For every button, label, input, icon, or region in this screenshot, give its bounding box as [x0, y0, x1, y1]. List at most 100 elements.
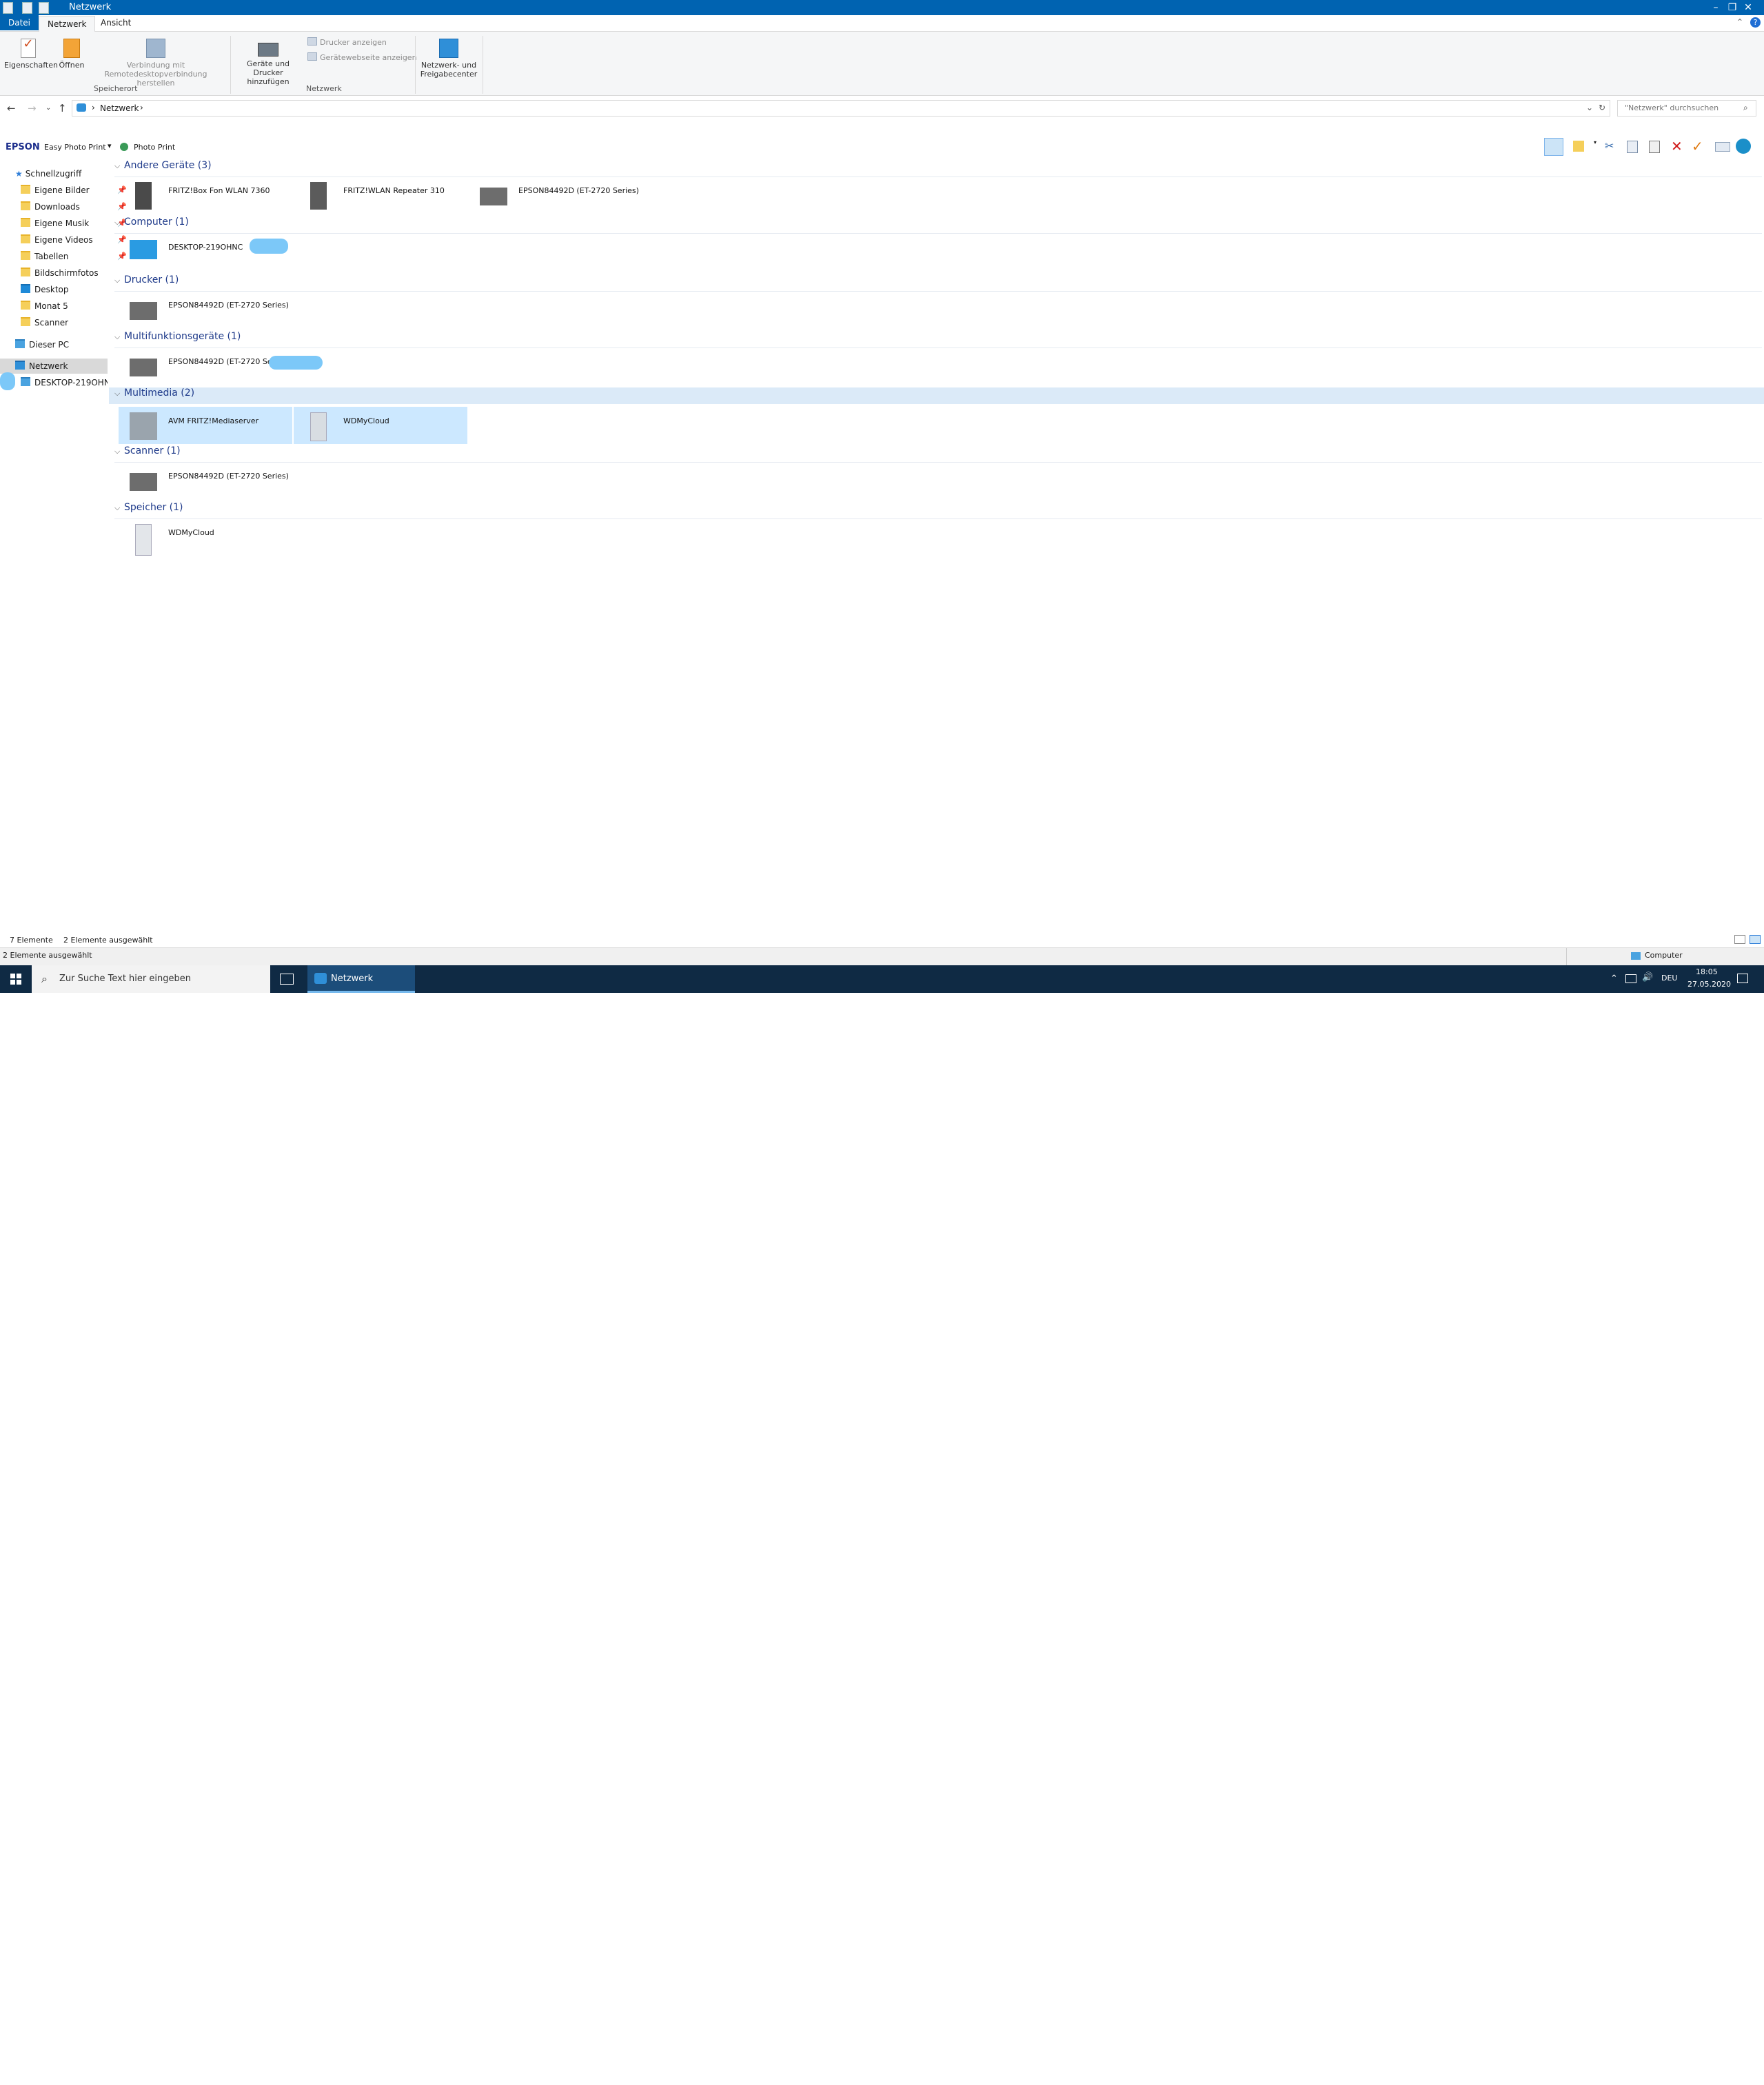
email-icon[interactable]	[1715, 142, 1730, 152]
list-item[interactable]: FRITZ!WLAN Repeater 310	[294, 177, 467, 214]
nav-item-eigene-musik[interactable]: Eigene Musik 📌	[21, 216, 127, 231]
zone-label: Computer	[1645, 951, 1683, 960]
list-item[interactable]: EPSON84492D (ET-2720 Series)	[119, 462, 292, 499]
chevron-down-icon[interactable]: ⌵	[114, 503, 124, 513]
list-item[interactable]: AVM FRITZ!Mediaserver	[119, 407, 292, 444]
properties-button[interactable]: ✓ Eigenschaften	[4, 38, 58, 70]
volume-icon[interactable]: 🔊	[1642, 972, 1653, 983]
group-header-computer[interactable]: ⌵ Computer (1)	[114, 216, 1762, 234]
computer-icon	[21, 377, 30, 386]
nav-item-bildschirmfotos[interactable]: Bildschirmfotos	[21, 265, 99, 281]
address-dropdown-icon[interactable]: ⌄	[1586, 103, 1593, 112]
chevron-down-icon[interactable]: ⌵	[114, 218, 124, 228]
nav-item-desktop[interactable]: Desktop	[21, 282, 69, 297]
clock-time[interactable]: 18:05	[1696, 967, 1718, 976]
properties-quick-icon[interactable]	[22, 2, 32, 14]
windows-start-icon[interactable]	[10, 974, 21, 985]
network-tray-icon[interactable]	[1625, 974, 1636, 983]
group-title: Scanner (1)	[124, 445, 181, 456]
group-header-scanner[interactable]: ⌵ Scanner (1)	[114, 445, 1762, 463]
chevron-down-icon[interactable]: ⌵	[114, 389, 124, 399]
ribbon-separator	[415, 36, 416, 94]
paste-icon[interactable]	[1649, 141, 1660, 153]
new-folder-quick-icon[interactable]	[39, 2, 49, 14]
preview-pane-icon[interactable]	[1544, 138, 1563, 156]
language-indicator[interactable]: DEU	[1661, 974, 1677, 983]
chevron-down-icon[interactable]: ⌵	[114, 332, 124, 342]
up-arrow-icon[interactable]: ↑	[58, 102, 67, 114]
checkmark-icon[interactable]: ✓	[1692, 138, 1703, 154]
new-folder-icon[interactable]	[1573, 141, 1584, 152]
copy-icon[interactable]	[1627, 141, 1638, 153]
forward-arrow-icon[interactable]: →	[28, 102, 37, 114]
path-separator-icon[interactable]: ›	[140, 103, 143, 112]
clock-date[interactable]: 27.05.2020	[1687, 980, 1731, 989]
easy-photo-print-dropdown-icon[interactable]: ▾	[108, 141, 112, 150]
search-icon[interactable]: ⌕	[1743, 103, 1748, 113]
chevron-down-icon[interactable]: ⌵	[114, 276, 124, 285]
device-webpage-button[interactable]: Gerätewebseite anzeigen	[307, 52, 417, 62]
back-arrow-icon[interactable]: ←	[7, 102, 16, 114]
task-view-icon[interactable]	[280, 974, 294, 985]
nav-desktop-host[interactable]: DESKTOP-219OHNC	[21, 375, 108, 390]
recent-dropdown-icon[interactable]: ⌄	[45, 104, 51, 112]
taskbar-search[interactable]: ⌕ Zur Suche Text hier eingeben	[32, 965, 270, 993]
nav-item-eigene-bilder[interactable]: Eigene Bilder 📌	[21, 183, 127, 198]
list-item[interactable]: EPSON84492D (ET-2720 Series)	[119, 291, 292, 328]
group-header-andere-geraete[interactable]: ⌵ Andere Geräte (3)	[114, 160, 1762, 177]
nas-icon	[310, 412, 327, 441]
redaction-blob	[250, 239, 288, 254]
path-separator-icon[interactable]: ›	[92, 103, 95, 112]
group-header-multimedia[interactable]: ⌵ Multimedia (2)	[109, 387, 1764, 404]
nav-network[interactable]: Netzwerk	[0, 359, 108, 374]
chevron-down-icon[interactable]: ⌵	[114, 161, 124, 171]
group-header-multifunktionsgeraete[interactable]: ⌵ Multifunktionsgeräte (1)	[114, 331, 1762, 348]
list-item[interactable]: EPSON84492D (ET-2720 Series)	[469, 177, 642, 214]
nav-this-pc[interactable]: Dieser PC	[15, 337, 69, 352]
chevron-down-icon[interactable]: ⌵	[114, 447, 124, 456]
nav-item-tabellen[interactable]: Tabellen 📌	[21, 249, 127, 264]
path-segment-netzwerk[interactable]: Netzwerk	[100, 103, 139, 113]
new-folder-dropdown-icon[interactable]: ▾	[1594, 139, 1596, 145]
refresh-icon[interactable]: ↻	[1599, 103, 1605, 112]
item-label: DESKTOP-219OHNC	[168, 243, 243, 252]
group-header-speicher[interactable]: ⌵ Speicher (1)	[114, 502, 1762, 519]
show-printers-button[interactable]: Drucker anzeigen	[307, 37, 387, 47]
nav-item-eigene-videos[interactable]: Eigene Videos 📌	[21, 232, 127, 248]
network-center-button[interactable]: Netzwerk- und Freigabecenter	[418, 39, 480, 79]
nav-item-downloads[interactable]: Downloads 📌	[21, 199, 127, 214]
address-input[interactable]: › Netzwerk › ⌄ ↻	[72, 100, 1610, 117]
easy-photo-print-button[interactable]: Easy Photo Print	[44, 143, 106, 152]
tiles-view-icon[interactable]	[1750, 935, 1761, 944]
tab-datei[interactable]: Datei	[0, 15, 39, 30]
nav-quick-access[interactable]: ★ Schnellzugriff	[15, 166, 81, 181]
notification-icon[interactable]	[1737, 974, 1748, 983]
open-button[interactable]: Öffnen	[58, 39, 85, 70]
taskbar-app-netzwerk[interactable]: Netzwerk	[307, 965, 415, 993]
nav-this-pc-label: Dieser PC	[29, 340, 69, 350]
list-item[interactable]: EPSON84492D (ET-2720 Series)	[119, 348, 292, 385]
help-icon[interactable]: ?	[1750, 17, 1761, 28]
add-devices-button[interactable]: Geräte und Drucker hinzufügen	[232, 39, 305, 86]
tab-ansicht[interactable]: Ansicht	[92, 15, 139, 30]
cut-icon[interactable]: ✂	[1605, 139, 1614, 152]
details-view-icon[interactable]	[1734, 935, 1745, 944]
remote-desktop-button[interactable]: Verbindung mit Remotedesktopverbindung h…	[87, 39, 225, 88]
list-item[interactable]: WDMyCloud	[294, 407, 467, 444]
list-item[interactable]: FRITZ!Box Fon WLAN 7360	[119, 177, 292, 214]
search-icon: ⌕	[41, 972, 48, 985]
group-header-drucker[interactable]: ⌵ Drucker (1)	[114, 274, 1762, 292]
tab-netzwerk[interactable]: Netzwerk	[39, 16, 96, 32]
scanner-icon	[130, 473, 157, 491]
file-list: ⌵ Andere Geräte (3) FRITZ!Box Fon WLAN 73…	[109, 157, 1764, 931]
tray-chevron-up-icon[interactable]: ⌃	[1610, 974, 1618, 984]
search-input[interactable]: "Netzwerk" durchsuchen ⌕	[1617, 100, 1756, 117]
photo-print-button[interactable]: Photo Print	[134, 143, 175, 152]
nav-item-scanner[interactable]: Scanner	[21, 315, 68, 330]
delete-icon[interactable]: ✕	[1671, 138, 1683, 154]
ribbon-collapse-icon[interactable]: ⌃	[1736, 17, 1743, 27]
list-item[interactable]: WDMyCloud	[119, 518, 292, 556]
close-button[interactable]: ✕	[1732, 0, 1764, 15]
nav-item-monat-5[interactable]: Monat 5	[21, 299, 68, 314]
globe-icon[interactable]	[1736, 139, 1751, 154]
